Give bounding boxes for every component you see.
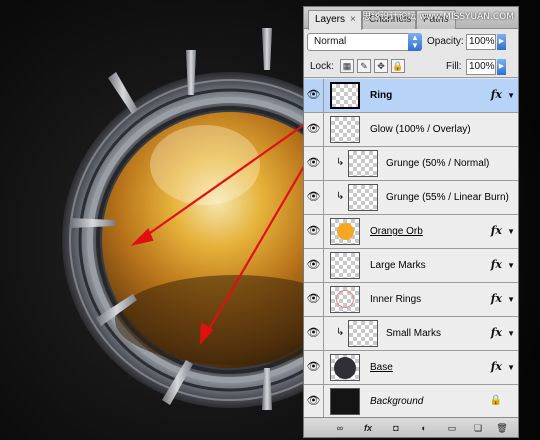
- lock-label: Lock:: [310, 61, 334, 72]
- eye-icon[interactable]: 👁: [304, 147, 324, 180]
- layer-ring[interactable]: 👁 Ring fx ▼: [304, 79, 518, 113]
- fx-icon[interactable]: fx: [491, 88, 502, 101]
- link-layers-icon[interactable]: ∞: [332, 421, 348, 435]
- clip-arrow-icon: ↳: [336, 191, 345, 202]
- lock-position-icon[interactable]: ✥: [374, 59, 388, 73]
- layer-thumbnail: [330, 388, 360, 415]
- opacity-label: Opacity:: [427, 36, 464, 47]
- layer-glow[interactable]: 👁 Glow (100% / Overlay): [304, 113, 518, 147]
- add-mask-icon[interactable]: ◘: [388, 421, 404, 435]
- close-icon[interactable]: ×: [350, 14, 356, 25]
- lock-image-icon[interactable]: ✎: [357, 59, 371, 73]
- lock-icon: 🔒: [489, 395, 502, 406]
- layer-large-marks[interactable]: 👁 Large Marks fx ▼: [304, 249, 518, 283]
- layer-name: Large Marks: [370, 260, 426, 271]
- layer-small-marks[interactable]: 👁 ↳ Small Marks fx ▼: [304, 317, 518, 351]
- layer-thumbnail: [330, 286, 360, 313]
- expand-triangle-icon[interactable]: ▼: [507, 261, 515, 270]
- layer-name: Base: [370, 362, 393, 373]
- expand-triangle-icon[interactable]: ▼: [507, 227, 515, 236]
- expand-triangle-icon[interactable]: ▼: [507, 363, 515, 372]
- opacity-slider-arrow-icon[interactable]: ▶: [497, 34, 506, 50]
- eye-icon[interactable]: 👁: [304, 317, 324, 350]
- adjustment-layer-icon[interactable]: ◐: [416, 421, 432, 435]
- layer-name: Background: [370, 396, 424, 407]
- eye-icon[interactable]: 👁: [304, 385, 324, 418]
- rings-thumb: [336, 290, 354, 308]
- layer-name: Orange Orb: [370, 226, 423, 237]
- eye-icon[interactable]: 👁: [304, 351, 324, 384]
- layer-base[interactable]: 👁 Base fx ▼: [304, 351, 518, 385]
- eye-icon[interactable]: 👁: [304, 249, 324, 282]
- blend-opacity-row: Normal ▲ ▼ Opacity: 100% ▶: [304, 31, 518, 55]
- expand-triangle-icon[interactable]: ▼: [507, 295, 515, 304]
- fill-slider-arrow-icon[interactable]: ▶: [497, 59, 506, 75]
- layer-thumbnail: [348, 320, 378, 347]
- add-style-fx-icon[interactable]: fx: [360, 421, 376, 435]
- eye-icon[interactable]: 👁: [304, 181, 324, 214]
- layer-name: Ring: [370, 90, 393, 101]
- delete-layer-icon[interactable]: 🗑: [494, 421, 510, 435]
- layer-background[interactable]: 👁 Background 🔒: [304, 385, 518, 419]
- layer-name: Grunge (50% / Normal): [386, 158, 490, 169]
- layer-name: Inner Rings: [370, 294, 422, 305]
- fx-icon[interactable]: fx: [491, 360, 502, 373]
- layer-thumbnail: [348, 150, 378, 177]
- layer-grunge-linear-burn[interactable]: 👁 ↳ Grunge (55% / Linear Burn): [304, 181, 518, 215]
- expand-triangle-icon[interactable]: ▼: [507, 329, 515, 338]
- lock-all-icon[interactable]: 🔒: [391, 59, 405, 73]
- new-layer-icon[interactable]: ❑: [470, 421, 486, 435]
- layer-orange-orb[interactable]: 👁 Orange Orb fx ▼: [304, 215, 518, 249]
- watermark: 思缘设计论坛 www.MISSYUAN.COM: [362, 12, 514, 22]
- orb-thumb-dot: [337, 223, 354, 240]
- layer-thumbnail: [330, 116, 360, 143]
- fx-icon[interactable]: fx: [491, 292, 502, 305]
- lock-fill-row: Lock: ▦ ✎ ✥ 🔒 Fill: 100% ▶: [304, 56, 518, 78]
- fill-input[interactable]: 100%: [466, 59, 496, 75]
- layer-thumbnail: [348, 184, 378, 211]
- panel-bottom-bar: ∞ fx ◘ ◐ ▭ ❑ 🗑: [304, 417, 518, 437]
- eye-icon[interactable]: 👁: [304, 113, 324, 146]
- clip-arrow-icon: ↳: [336, 327, 345, 338]
- fill-label: Fill:: [446, 61, 462, 72]
- layer-name: Small Marks: [386, 328, 442, 339]
- tab-layers[interactable]: Layers ×: [308, 10, 362, 30]
- eye-icon[interactable]: 👁: [304, 215, 324, 248]
- layer-name: Grunge (55% / Linear Burn): [386, 192, 509, 203]
- layer-inner-rings[interactable]: 👁 Inner Rings fx ▼: [304, 283, 518, 317]
- base-thumb-disc: [334, 357, 356, 379]
- new-group-icon[interactable]: ▭: [444, 421, 460, 435]
- fx-icon[interactable]: fx: [491, 326, 502, 339]
- tab-layers-label: Layers: [315, 14, 346, 25]
- panel-tab-bar: Layers × Channels Paths 思缘设计论坛 www.MISSYU…: [304, 7, 518, 30]
- layer-thumbnail: [330, 354, 360, 381]
- clip-arrow-icon: ↳: [336, 157, 345, 168]
- eye-icon[interactable]: 👁: [304, 79, 324, 112]
- layer-thumbnail: [330, 252, 360, 279]
- lock-transparency-icon[interactable]: ▦: [340, 59, 354, 73]
- layer-list: 👁 Ring fx ▼ 👁 Glow (100% / Overlay) 👁 ↳ …: [304, 79, 518, 419]
- layers-panel: Layers × Channels Paths 思缘设计论坛 www.MISSYU…: [303, 6, 519, 438]
- eye-icon[interactable]: 👁: [304, 283, 324, 316]
- layer-grunge-normal[interactable]: 👁 ↳ Grunge (50% / Normal): [304, 147, 518, 181]
- blend-mode-select[interactable]: Normal ▲ ▼: [307, 33, 422, 51]
- opacity-input[interactable]: 100%: [466, 34, 496, 50]
- expand-triangle-icon[interactable]: ▼: [507, 91, 515, 100]
- layer-thumbnail: [330, 82, 360, 109]
- blend-mode-value: Normal: [314, 36, 347, 47]
- layer-thumbnail: [330, 218, 360, 245]
- updown-arrows-icon[interactable]: ▲ ▼: [408, 33, 422, 51]
- fx-icon[interactable]: fx: [491, 258, 502, 271]
- fx-icon[interactable]: fx: [491, 224, 502, 237]
- layer-name: Glow (100% / Overlay): [370, 124, 471, 135]
